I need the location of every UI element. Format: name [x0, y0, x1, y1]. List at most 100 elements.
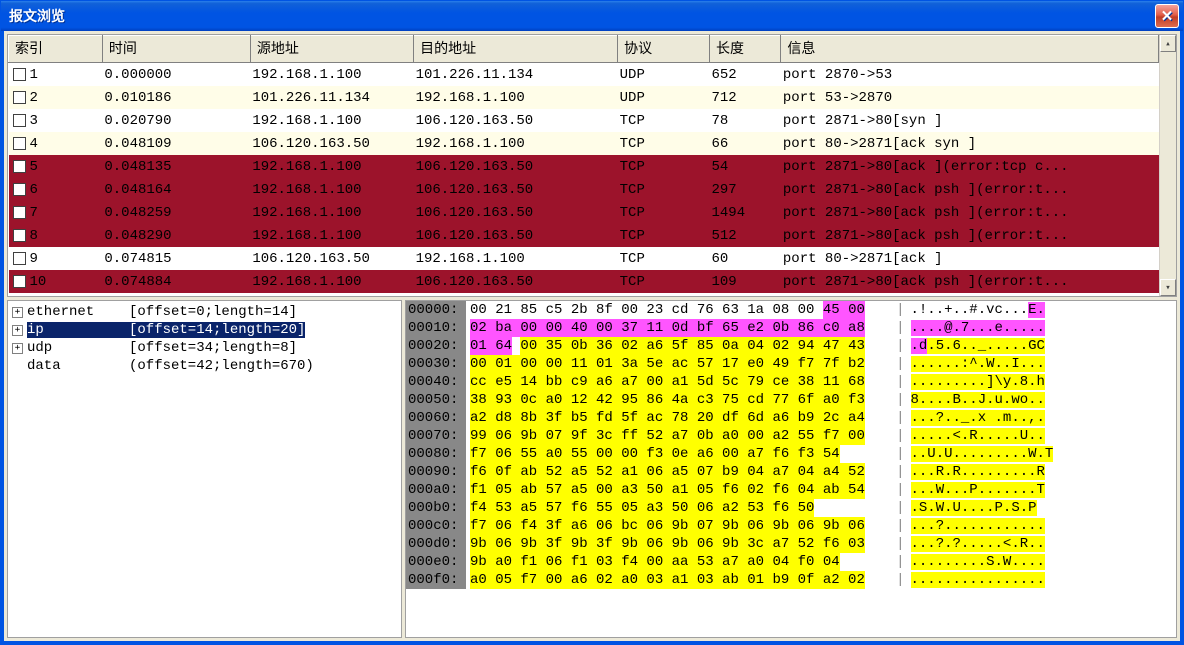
- cell-src: 192.168.1.100: [250, 155, 413, 178]
- table-row[interactable]: 40.048109106.120.163.50192.168.1.100TCP6…: [9, 132, 1159, 155]
- column-header[interactable]: 目的地址: [414, 36, 618, 63]
- cell-src: 192.168.1.100: [250, 178, 413, 201]
- tree-node[interactable]: +ethernet[offset=0;length=14]: [10, 303, 399, 321]
- table-row[interactable]: 20.010186101.226.11.134192.168.1.100UDP7…: [9, 86, 1159, 109]
- hex-offset: 000c0:: [406, 517, 466, 535]
- cell-proto: TCP: [618, 201, 710, 224]
- expand-icon[interactable]: +: [12, 343, 23, 354]
- hex-row[interactable]: 00060:a2 d8 8b 3f b5 fd 5f ac 78 20 df 6…: [406, 409, 1176, 427]
- table-row[interactable]: 90.074815106.120.163.50192.168.1.100TCP6…: [9, 247, 1159, 270]
- table-header-row[interactable]: 索引时间源地址目的地址协议长度信息: [9, 36, 1159, 63]
- row-checkbox[interactable]: [13, 206, 26, 219]
- column-header[interactable]: 源地址: [250, 36, 413, 63]
- hex-bytes: f7 06 f4 3f a6 06 bc 06 9b 07 9b 06 9b 0…: [466, 517, 890, 535]
- row-checkbox[interactable]: [13, 160, 26, 173]
- row-index: 1: [30, 67, 38, 83]
- hex-row[interactable]: 00090:f6 0f ab 52 a5 52 a1 06 a5 07 b9 0…: [406, 463, 1176, 481]
- hex-dump-panel[interactable]: 00000:00 21 85 c5 2b 8f 00 23 cd 76 63 1…: [405, 300, 1177, 638]
- hex-row[interactable]: 00050:38 93 0c a0 12 42 95 86 4a c3 75 c…: [406, 391, 1176, 409]
- cell-len: 297: [709, 178, 780, 201]
- tree-node[interactable]: . data(offset=42;length=670): [10, 357, 399, 375]
- cell-info: port 53->2870: [781, 86, 1159, 109]
- protocol-tree-panel[interactable]: +ethernet[offset=0;length=14]+ip[offset=…: [7, 300, 402, 638]
- hex-offset: 00020:: [406, 337, 466, 355]
- cell-src: 192.168.1.100: [250, 201, 413, 224]
- row-checkbox[interactable]: [13, 68, 26, 81]
- close-button[interactable]: ✕: [1155, 4, 1179, 28]
- hex-row[interactable]: 000a0:f1 05 ab 57 a5 00 a3 50 a1 05 f6 0…: [406, 481, 1176, 499]
- hex-separator: |: [890, 499, 910, 517]
- row-index: 5: [30, 159, 38, 175]
- hex-row[interactable]: 000c0:f7 06 f4 3f a6 06 bc 06 9b 07 9b 0…: [406, 517, 1176, 535]
- column-header[interactable]: 索引: [9, 36, 103, 63]
- scroll-up-arrow[interactable]: ▴: [1160, 35, 1176, 52]
- hex-separator: |: [890, 301, 910, 319]
- row-checkbox[interactable]: [13, 183, 26, 196]
- row-checkbox[interactable]: [13, 275, 26, 288]
- cell-src: 192.168.1.100: [250, 63, 413, 87]
- hex-row[interactable]: 00080:f7 06 55 a0 55 00 00 f3 0e a6 00 a…: [406, 445, 1176, 463]
- cell-src: 192.168.1.100: [250, 224, 413, 247]
- tree-label: ip: [27, 322, 129, 338]
- hex-ascii: ...?.?.....<.R..: [911, 535, 1045, 553]
- table-row[interactable]: 100.074884192.168.1.100106.120.163.50TCP…: [9, 270, 1159, 293]
- table-row[interactable]: 60.048164192.168.1.100106.120.163.50TCP2…: [9, 178, 1159, 201]
- hex-row[interactable]: 00030:00 01 00 00 11 01 3a 5e ac 57 17 e…: [406, 355, 1176, 373]
- hex-row[interactable]: 000e0:9b a0 f1 06 f1 03 f4 00 aa 53 a7 a…: [406, 553, 1176, 571]
- hex-bytes: f4 53 a5 57 f6 55 05 a3 50 06 a2 53 f6 5…: [466, 499, 890, 517]
- tree-node[interactable]: +ip[offset=14;length=20]: [10, 321, 399, 339]
- hex-offset: 00030:: [406, 355, 466, 373]
- tree-detail: (offset=42;length=670): [129, 358, 314, 374]
- hex-row[interactable]: 00070:99 06 9b 07 9f 3c ff 52 a7 0b a0 0…: [406, 427, 1176, 445]
- vertical-scrollbar[interactable]: ▴ ▾: [1159, 35, 1176, 296]
- table-row[interactable]: 30.020790192.168.1.100106.120.163.50TCP7…: [9, 109, 1159, 132]
- hex-row[interactable]: 000b0:f4 53 a5 57 f6 55 05 a3 50 06 a2 5…: [406, 499, 1176, 517]
- tree-label: udp: [27, 340, 129, 356]
- hex-ascii: .........]\y.8.h: [911, 373, 1045, 391]
- cell-proto: TCP: [618, 155, 710, 178]
- tree-node[interactable]: +udp[offset=34;length=8]: [10, 339, 399, 357]
- table-row[interactable]: 10.000000192.168.1.100101.226.11.134UDP6…: [9, 63, 1159, 87]
- row-index: 4: [30, 136, 38, 152]
- cell-src: 101.226.11.134: [250, 86, 413, 109]
- row-checkbox[interactable]: [13, 114, 26, 127]
- table-row[interactable]: 50.048135192.168.1.100106.120.163.50TCP5…: [9, 155, 1159, 178]
- column-header[interactable]: 长度: [709, 36, 780, 63]
- hex-row[interactable]: 00040:cc e5 14 bb c9 a6 a7 00 a1 5d 5c 7…: [406, 373, 1176, 391]
- hex-separator: |: [890, 319, 910, 337]
- row-index: 6: [30, 182, 38, 198]
- row-checkbox[interactable]: [13, 252, 26, 265]
- hex-ascii: .S.W.U....P.S.P: [911, 499, 1037, 517]
- hex-ascii: ....@.7...e.....: [911, 319, 1045, 337]
- hex-row[interactable]: 00010:02 ba 00 00 40 00 37 11 0d bf 65 e…: [406, 319, 1176, 337]
- hex-row[interactable]: 00020:01 64 00 35 0b 36 02 a6 5f 85 0a 0…: [406, 337, 1176, 355]
- lower-panels: +ethernet[offset=0;length=14]+ip[offset=…: [7, 300, 1177, 638]
- column-header[interactable]: 时间: [102, 36, 250, 63]
- table-row[interactable]: 70.048259192.168.1.100106.120.163.50TCP1…: [9, 201, 1159, 224]
- column-header[interactable]: 信息: [781, 36, 1159, 63]
- hex-separator: |: [890, 553, 910, 571]
- window-title: 报文浏览: [9, 6, 65, 26]
- table-row[interactable]: 80.048290192.168.1.100106.120.163.50TCP5…: [9, 224, 1159, 247]
- row-index: 2: [30, 90, 38, 106]
- column-header[interactable]: 协议: [618, 36, 710, 63]
- hex-ascii: ...W...P.......T: [911, 481, 1045, 499]
- cell-dst: 106.120.163.50: [414, 155, 618, 178]
- cell-dst: 106.120.163.50: [414, 201, 618, 224]
- hex-separator: |: [890, 337, 910, 355]
- hex-row[interactable]: 00000:00 21 85 c5 2b 8f 00 23 cd 76 63 1…: [406, 301, 1176, 319]
- cell-time: 0.048259: [102, 201, 250, 224]
- expand-icon[interactable]: +: [12, 325, 23, 336]
- cell-src: 192.168.1.100: [250, 270, 413, 293]
- row-checkbox[interactable]: [13, 229, 26, 242]
- row-checkbox[interactable]: [13, 137, 26, 150]
- row-checkbox[interactable]: [13, 91, 26, 104]
- hex-separator: |: [890, 445, 910, 463]
- expand-icon[interactable]: +: [12, 307, 23, 318]
- titlebar[interactable]: 报文浏览 ✕: [1, 1, 1183, 31]
- hex-separator: |: [890, 463, 910, 481]
- hex-offset: 00000:: [406, 301, 466, 319]
- hex-row[interactable]: 000d0:9b 06 9b 3f 9b 3f 9b 06 9b 06 9b 3…: [406, 535, 1176, 553]
- scroll-down-arrow[interactable]: ▾: [1160, 279, 1176, 296]
- hex-row[interactable]: 000f0:a0 05 f7 00 a6 02 a0 03 a1 03 ab 0…: [406, 571, 1176, 589]
